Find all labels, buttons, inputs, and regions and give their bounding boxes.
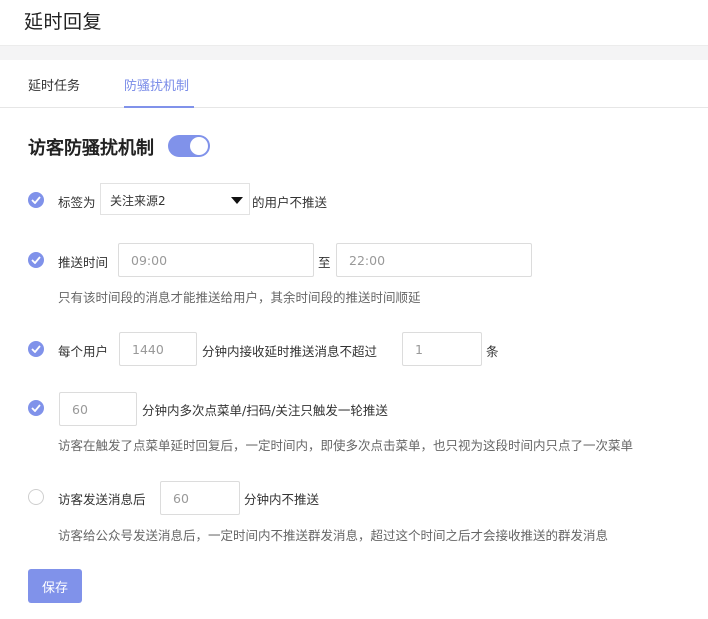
menu-click-checkbox[interactable] <box>28 400 44 416</box>
anti-harassment-toggle[interactable] <box>168 135 210 157</box>
check-icon <box>31 404 41 412</box>
tag-select[interactable]: 关注来源2 <box>100 183 250 215</box>
visitor-message-label: 访客发送消息后 <box>58 492 146 507</box>
check-icon <box>31 256 41 264</box>
tag-rule-suffix: 的用户不推送 <box>252 195 328 210</box>
toggle-knob <box>190 137 208 155</box>
push-time-label: 推送时间 <box>58 255 109 270</box>
tab-delay-tasks[interactable]: 延时任务 <box>28 75 80 94</box>
push-start-time-input[interactable] <box>118 243 314 277</box>
tag-select-value: 关注来源2 <box>110 194 166 208</box>
per-user-unit: 条 <box>486 344 499 359</box>
active-tab-indicator <box>124 106 194 108</box>
visitor-message-hint: 访客给公众号发送消息后，一定时间内不推送群发消息，超过这个时间之后才会接收推送的… <box>58 528 609 543</box>
per-user-count-input[interactable] <box>402 332 482 366</box>
check-icon <box>31 345 41 353</box>
header-divider <box>0 46 708 60</box>
per-user-label: 每个用户 <box>58 344 109 359</box>
menu-click-hint: 访客在触发了点菜单延时回复后，一定时间内，即使多次点击菜单，也只视为这段时间内只… <box>58 438 634 453</box>
menu-click-minutes-input[interactable] <box>59 392 137 426</box>
tag-rule-checkbox[interactable] <box>28 192 44 208</box>
tab-bar: 延时任务 防骚扰机制 <box>0 60 708 108</box>
tab-anti-harassment[interactable]: 防骚扰机制 <box>124 75 189 94</box>
push-time-checkbox[interactable] <box>28 252 44 268</box>
per-user-limit-checkbox[interactable] <box>28 341 44 357</box>
push-end-time-input[interactable] <box>336 243 532 277</box>
push-time-separator: 至 <box>318 255 331 270</box>
check-icon <box>31 196 41 204</box>
page-title: 延时回复 <box>24 11 103 33</box>
caret-down-icon <box>231 197 243 204</box>
per-user-middle-text: 分钟内接收延时推送消息不超过 <box>202 344 378 359</box>
push-time-hint: 只有该时间段的消息才能推送给用户，其余时间段的推送时间顺延 <box>58 290 421 305</box>
per-user-minutes-input[interactable] <box>119 332 197 366</box>
page-header: 延时回复 <box>0 0 708 46</box>
tag-rule-prefix: 标签为 <box>58 195 96 210</box>
visitor-message-minutes-input[interactable] <box>160 481 240 515</box>
save-button[interactable]: 保存 <box>28 569 82 603</box>
section-title: 访客防骚扰机制 <box>28 138 154 159</box>
menu-click-text: 分钟内多次点菜单/扫码/关注只触发一轮推送 <box>142 403 388 418</box>
visitor-message-checkbox[interactable] <box>28 489 44 505</box>
visitor-message-text: 分钟内不推送 <box>244 492 320 507</box>
